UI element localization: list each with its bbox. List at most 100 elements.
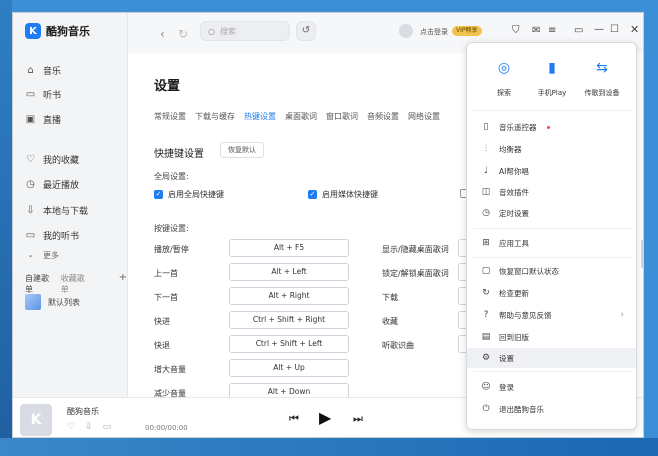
chevron-right-icon: › [620, 310, 624, 320]
page-title: 设置 [154, 79, 181, 94]
sidebar-item-recent[interactable]: ◷ 最近播放 [25, 178, 79, 191]
tab-audio[interactable]: 音频设置 [367, 111, 399, 122]
explore-icon: ◎ [497, 60, 511, 76]
quick-label: 探索 [497, 89, 511, 97]
menu-divider [473, 228, 632, 229]
checkbox-checked-icon: ✓ [308, 190, 317, 199]
tab-collected-playlists[interactable]: 收藏歌单 [61, 273, 87, 295]
shirt-icon[interactable]: ⛉ [512, 25, 520, 36]
playlist-name: 默认列表 [48, 297, 80, 307]
reload-icon[interactable]: ↻ [178, 27, 188, 41]
recognize-song-button[interactable]: ↺ [296, 21, 316, 41]
hotkey-field[interactable]: Alt + Up [229, 359, 349, 377]
quick-label: 手机Play [537, 89, 567, 97]
hotkey-action-label: 上一首 [154, 269, 178, 278]
global-hotkey-checkbox[interactable]: ✓ 启用全局快捷键 [154, 189, 224, 200]
chevron-down-icon: ⌄ [27, 251, 34, 259]
playlist-thumbnail [25, 294, 41, 310]
play-icon[interactable]: ▶ [319, 408, 331, 427]
hotkey-field[interactable]: Ctrl + Shift + Right [229, 311, 349, 329]
sidebar-item-favorites[interactable]: ♡ 我的收藏 [25, 153, 79, 166]
maximize-icon[interactable]: ☐ [610, 24, 619, 35]
sidebar-item-music[interactable]: ⌂ 音乐 [25, 64, 61, 77]
heart-icon[interactable]: ♡ [67, 422, 75, 432]
tab-network[interactable]: 网络设置 [408, 111, 440, 122]
album-cover[interactable]: K [20, 404, 52, 436]
scrollbar-thumb[interactable] [641, 240, 644, 268]
media-hotkey-checkbox[interactable]: ✓ 启用媒体快捷键 [308, 189, 378, 200]
app-logo[interactable]: K 酷狗音乐 [25, 23, 90, 39]
previous-icon[interactable]: ⏮ [289, 412, 299, 426]
menu-item-login[interactable]: ☺ 登录 [467, 377, 636, 397]
phone-play-icon: ▮ [548, 60, 556, 76]
home-icon: ⌂ [27, 65, 34, 76]
search-input[interactable]: ○ 搜索 [200, 21, 290, 41]
menu-item-help[interactable]: ? 帮助与意见反馈 › [467, 305, 636, 325]
login-link[interactable]: 点击登录 [420, 27, 448, 37]
hotkey-field[interactable]: Ctrl + Shift + Left [229, 335, 349, 353]
close-icon[interactable]: ✕ [630, 23, 639, 36]
playlist-tabs: 自建歌单 收藏歌单 + [25, 273, 127, 295]
avatar[interactable] [399, 24, 413, 38]
hotkey-action-label: 快进 [154, 317, 170, 326]
menu-item-settings[interactable]: ⚙ 设置 [467, 348, 636, 368]
vip-badge[interactable]: VIP畅享 [452, 26, 482, 36]
search-placeholder: 搜索 [219, 26, 236, 36]
menu-item-timer[interactable]: ◷ 定时设置 [467, 203, 636, 223]
reset-default-button[interactable]: 恢复默认 [220, 142, 264, 158]
hotkey-field[interactable]: Alt + Right [229, 287, 349, 305]
tab-desktop-lyrics[interactable]: 桌面歌词 [285, 111, 317, 122]
menu-item-label: 回到旧版 [499, 332, 529, 342]
menu-item-plugin[interactable]: ◫ 音效插件 [467, 182, 636, 202]
menu-item-label: 应用工具 [499, 238, 529, 248]
live-icon: ▣ [25, 114, 36, 125]
menu-item-ai-sing[interactable]: ♩ AI帮你唱 [467, 161, 636, 181]
menu-divider [473, 110, 632, 111]
tab-download[interactable]: 下载与缓存 [195, 111, 235, 122]
mini-mode-icon[interactable]: ▭ [574, 25, 583, 36]
quick-label: 传歌到设备 [584, 89, 620, 97]
heart-icon: ♡ [26, 154, 35, 165]
menu-icon[interactable]: ≡ [548, 25, 556, 36]
hotkey-field[interactable]: Alt + F5 [229, 239, 349, 257]
menu-item-exit[interactable]: ⏻ 退出酷狗音乐 [467, 399, 636, 419]
sidebar-item-audiobook[interactable]: ▭ 听书 [25, 88, 61, 101]
quick-transfer[interactable]: ⇆ 传歌到设备 [577, 57, 627, 98]
hotkey-action-label: 听歌识曲 [382, 341, 414, 350]
menu-item-remote[interactable]: ▯ 音乐遥控器 [467, 117, 636, 137]
menu-item-update[interactable]: ↻ 检查更新 [467, 283, 636, 303]
hotkey-action-label: 增大音量 [154, 365, 186, 374]
mail-icon[interactable]: ✉ [532, 25, 540, 36]
sidebar-item-local[interactable]: ⇩ 本地与下载 [25, 204, 88, 217]
add-playlist-icon[interactable]: + [119, 273, 127, 295]
hotkey-action-label: 收藏 [382, 317, 398, 326]
menu-item-old-version[interactable]: ▤ 回到旧版 [467, 327, 636, 347]
sidebar-item-label: 最近播放 [43, 181, 80, 191]
menu-item-equalizer[interactable]: ⫶ 均衡器 [467, 139, 636, 159]
quick-explore[interactable]: ◎ 探索 [479, 57, 529, 98]
menu-item-restore[interactable]: ▢ 恢复窗口默认状态 [467, 261, 636, 281]
tab-window-lyrics[interactable]: 窗口歌词 [326, 111, 358, 122]
tab-created-playlists[interactable]: 自建歌单 [25, 273, 51, 295]
download-icon[interactable]: ⇩ [85, 422, 93, 432]
comment-icon[interactable]: ▭ [103, 422, 112, 432]
sidebar-more[interactable]: ⌄ 更多 [25, 250, 59, 261]
equalizer-icon: ⫶ [484, 144, 488, 154]
back-arrow-icon[interactable]: ‹ [160, 27, 165, 41]
quick-phone-play[interactable]: ▮ 手机Play [527, 57, 577, 98]
playlist-item[interactable]: 默认列表 [25, 294, 80, 310]
next-icon[interactable]: ⏭ [353, 412, 363, 426]
song-title[interactable]: 酷狗音乐 [67, 406, 99, 417]
sidebar-item-live[interactable]: ▣ 直播 [25, 113, 61, 126]
tab-general[interactable]: 常规设置 [154, 111, 186, 122]
hotkey-field[interactable]: Alt + Left [229, 263, 349, 281]
update-icon: ↻ [482, 288, 490, 298]
book-icon: ▭ [25, 230, 36, 241]
settings-icon: ⚙ [481, 353, 491, 363]
menu-item-label: 帮助与意见反馈 [499, 310, 552, 320]
minimize-icon[interactable]: — [594, 24, 604, 35]
menu-item-apps[interactable]: ⊞ 应用工具 [467, 233, 636, 253]
hotkey-action-label: 下载 [382, 293, 398, 302]
sidebar-item-my-audiobook[interactable]: ▭ 我的听书 [25, 229, 79, 242]
tab-hotkeys[interactable]: 热键设置 [244, 111, 276, 122]
